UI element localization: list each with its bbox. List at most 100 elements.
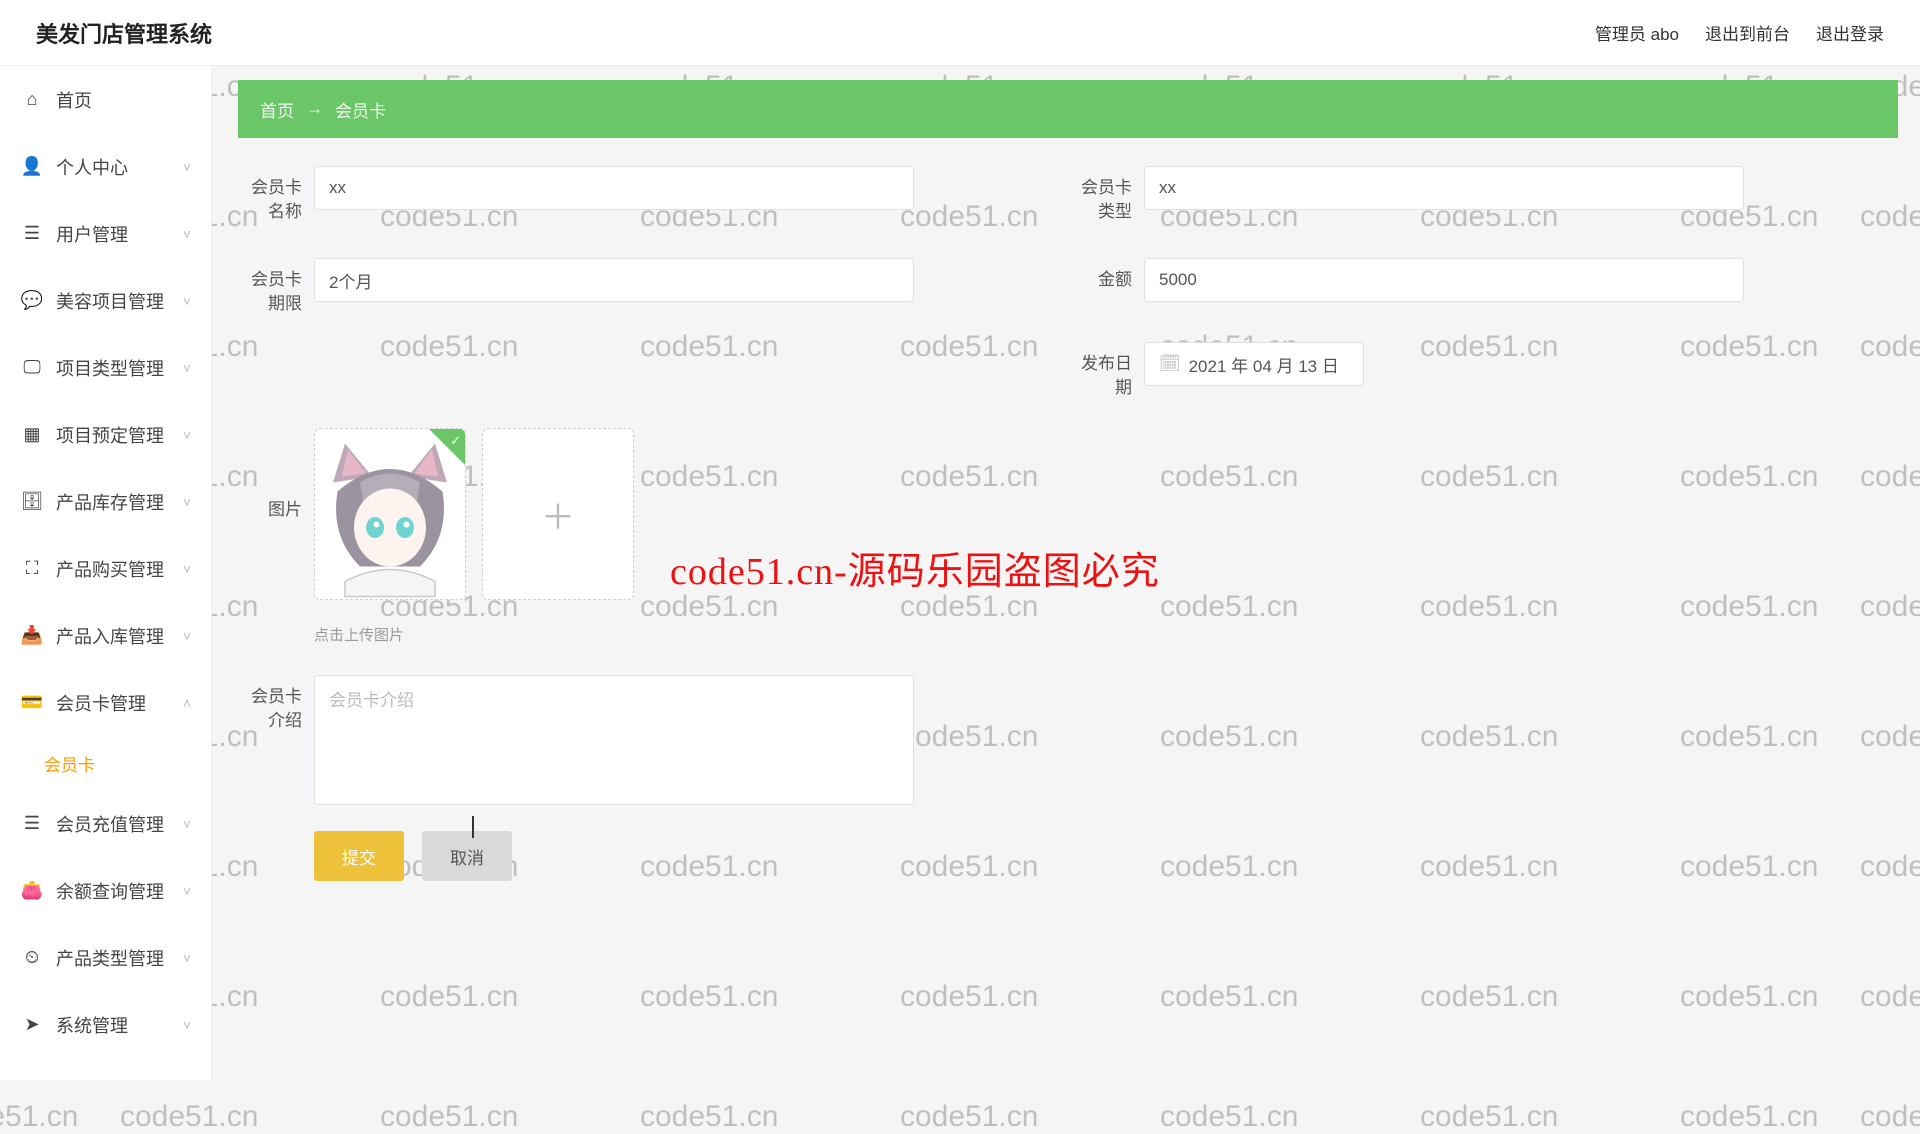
card-type-label: 会员卡类型 (1068, 166, 1132, 224)
publish-date-value: 2021 年 04 月 13 日 (1189, 352, 1339, 377)
breadcrumb-home[interactable]: 首页 (260, 97, 294, 122)
check-icon: ✓ (450, 433, 461, 449)
person-icon: 👤 (22, 157, 42, 177)
logout-link[interactable]: 退出登录 (1816, 20, 1884, 45)
publish-date-input[interactable]: 🗓 2021 年 04 月 13 日 (1144, 342, 1364, 386)
sidebar-item-1[interactable]: 👤 个人中心 ˅ (0, 133, 211, 200)
watermark-text: code51.cn (1420, 1100, 1558, 1134)
chevron-down-icon: ˅ (183, 950, 191, 966)
watermark-text: code51.cn (0, 1100, 78, 1134)
sidebar-item-9[interactable]: 💳 会员卡管理 ˄ (0, 669, 211, 736)
sidebar-item-label: 产品购买管理 (56, 556, 164, 582)
sidebar-item-label: 余额查询管理 (56, 878, 164, 904)
publish-date-label: 发布日期 (1068, 342, 1132, 400)
upload-hint: 点击上传图片 (314, 624, 1898, 645)
chevron-down-icon: ˅ (183, 427, 191, 443)
watermark-text: code51.cn (1680, 1100, 1818, 1134)
watermark-text: code51.cn (380, 1100, 518, 1134)
sidebar-item-label: 项目预定管理 (56, 422, 164, 448)
sidebar-item-label: 项目类型管理 (56, 355, 164, 381)
sidebar: ⌂首页👤个人中心˅☰用户管理˅💬美容项目管理˅🖵项目类型管理˅▦项目预定管理˅🗄… (0, 66, 212, 1080)
form-buttons: 提交 取消 (314, 831, 1898, 881)
card-term-label: 会员卡期限 (238, 258, 302, 316)
chevron-down-icon: ˅ (183, 360, 191, 376)
sidebar-item-label: 会员卡管理 (56, 690, 146, 716)
cancel-button[interactable]: 取消 (422, 831, 512, 881)
uploaded-image-thumb[interactable]: ✓ (314, 428, 466, 600)
app-header: 美发门店管理系统 管理员 abo 退出到前台 退出登录 (0, 0, 1920, 66)
chevron-down-icon: ˅ (183, 561, 191, 577)
image-label: 图片 (238, 428, 302, 522)
sidebar-subitem[interactable]: 会员卡 (0, 736, 211, 790)
form-area: 会员卡名称 会员卡类型 会员卡期限 金额 发布日期 🗓 2021 年 04 月 … (238, 160, 1898, 1080)
wallet-icon: 👛 (22, 881, 42, 901)
card-icon: 💳 (22, 693, 42, 713)
amount-label: 金额 (1068, 258, 1132, 292)
add-image-button[interactable]: ＋ (482, 428, 634, 600)
calendar-icon: 🗓 (1159, 354, 1181, 374)
chevron-down-icon: ˅ (183, 816, 191, 832)
image-thumbs: ✓ ＋ (314, 428, 634, 600)
sidebar-item-4[interactable]: 🖵 项目类型管理 ˅ (0, 334, 211, 401)
sidebar-item-11[interactable]: 👛 余额查询管理 ˅ (0, 857, 211, 924)
text-cursor (472, 816, 474, 838)
watermark-text: code51.cn (1860, 1100, 1920, 1134)
intro-label: 会员卡介绍 (238, 675, 302, 733)
breadcrumb-current: 会员卡 (335, 97, 386, 122)
chevron-down-icon: ˅ (183, 226, 191, 242)
chevron-down-icon: ˅ (183, 494, 191, 510)
breadcrumb-sep: → (306, 99, 323, 119)
crop-icon: ⛶ (22, 559, 42, 579)
sidebar-item-label: 产品类型管理 (56, 945, 164, 971)
submit-button[interactable]: 提交 (314, 831, 404, 881)
sidebar-item-10[interactable]: ☰ 会员充值管理 ˅ (0, 790, 211, 857)
sidebar-item-8[interactable]: 📥产品入库管理˅ (0, 602, 211, 669)
sidebar-item-label: 系统管理 (56, 1012, 128, 1038)
send-icon: ➤ (22, 1015, 42, 1035)
sidebar-item-label: 个人中心 (56, 154, 128, 180)
sidebar-item-0[interactable]: ⌂ 首页 (0, 66, 211, 133)
sidebar-item-12[interactable]: ⏲ 产品类型管理 ˅ (0, 924, 211, 991)
sidebar-item-label: 会员充值管理 (56, 811, 164, 837)
admin-label[interactable]: 管理员 abo (1595, 20, 1679, 45)
clock-icon: ⏲ (22, 948, 42, 968)
monitor-icon: 🖵 (22, 358, 42, 378)
stack-icon: 🗄 (22, 492, 42, 512)
chevron-down-icon: ˅ (183, 883, 191, 899)
grid-icon: ▦ (22, 425, 42, 445)
list-icon: ☰ (22, 224, 42, 244)
card-type-input[interactable] (1144, 166, 1744, 210)
sidebar-item-13[interactable]: ➤ 系统管理 ˅ (0, 991, 211, 1058)
sidebar-item-6[interactable]: 🗄 产品库存管理 ˅ (0, 468, 211, 535)
sidebar-item-2[interactable]: ☰用户管理˅ (0, 200, 211, 267)
intro-textarea[interactable] (314, 675, 914, 805)
app-title: 美发门店管理系统 (36, 17, 212, 49)
chevron-down-icon: ˅ (183, 159, 191, 175)
card-name-input[interactable] (314, 166, 914, 210)
sidebar-item-3[interactable]: 💬 美容项目管理 ˅ (0, 267, 211, 334)
header-actions: 管理员 abo 退出到前台 退出登录 (1595, 20, 1884, 45)
home-icon: ⌂ (22, 90, 42, 110)
card-name-label: 会员卡名称 (238, 166, 302, 224)
sidebar-item-label: 首页 (56, 87, 92, 113)
chevron-up-icon: ˄ (183, 695, 191, 711)
inbox-icon: 📥 (22, 626, 42, 646)
list-icon: ☰ (22, 814, 42, 834)
sidebar-item-7[interactable]: ⛶ 产品购买管理 ˅ (0, 535, 211, 602)
chevron-down-icon: ˅ (183, 1017, 191, 1033)
watermark-text: code51.cn (1160, 1100, 1298, 1134)
sidebar-item-label: 美容项目管理 (56, 288, 164, 314)
watermark-banner: code51.cn-源码乐园盗图必究 (670, 540, 1160, 595)
amount-input[interactable] (1144, 258, 1744, 302)
watermark-text: code51.cn (120, 1100, 258, 1134)
chevron-down-icon: ˅ (183, 628, 191, 644)
sidebar-item-label: 产品库存管理 (56, 489, 164, 515)
plus-icon: ＋ (541, 490, 575, 539)
exit-front-link[interactable]: 退出到前台 (1705, 20, 1790, 45)
breadcrumb: 首页 → 会员卡 (238, 80, 1898, 138)
chat-icon: 💬 (22, 291, 42, 311)
card-term-input[interactable] (314, 258, 914, 302)
sidebar-item-5[interactable]: ▦ 项目预定管理 ˅ (0, 401, 211, 468)
chevron-down-icon: ˅ (183, 293, 191, 309)
watermark-text: code51.cn (900, 1100, 1038, 1134)
